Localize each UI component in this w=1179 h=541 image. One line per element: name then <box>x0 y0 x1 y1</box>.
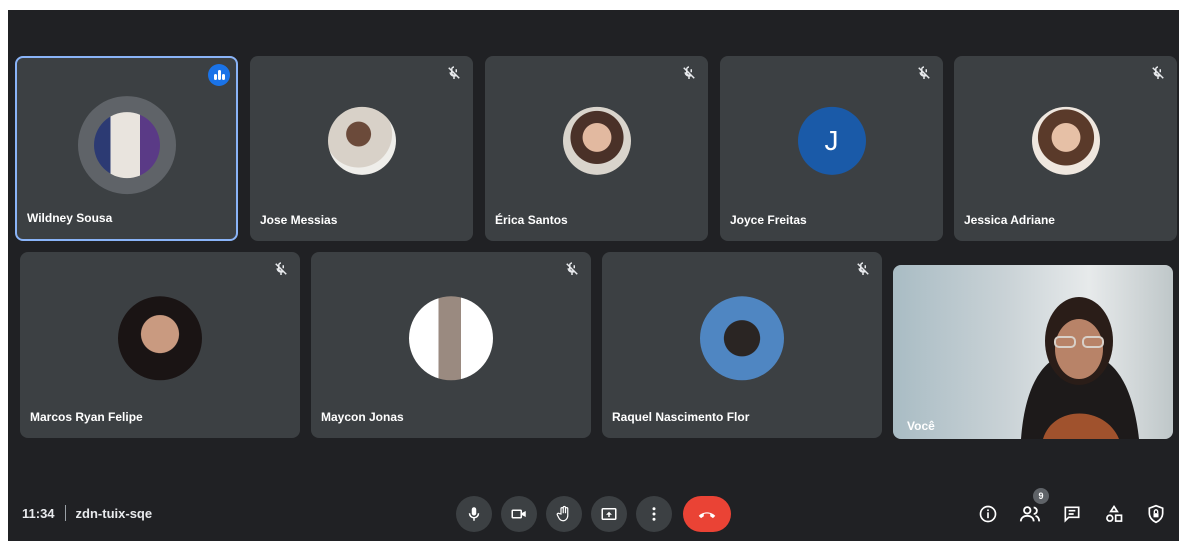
avatar-ring <box>77 95 176 194</box>
self-label: Você <box>907 419 935 433</box>
camera-icon <box>511 509 526 519</box>
avatar-initial: J <box>797 106 866 175</box>
people-count-badge: 9 <box>1033 488 1049 504</box>
avatar <box>118 296 202 381</box>
meeting-time: 11:34 <box>22 505 55 521</box>
speaking-indicator-icon <box>208 64 230 86</box>
participant-tile-jose[interactable]: Jose Messias <box>250 56 473 241</box>
avatar <box>327 106 396 175</box>
participant-name: Joyce Freitas <box>730 213 807 227</box>
self-video <box>893 265 1173 439</box>
participant-tile-maycon[interactable]: Maycon Jonas <box>311 252 591 438</box>
participant-name: Érica Santos <box>495 213 568 227</box>
participant-name: Jose Messias <box>260 213 338 227</box>
avatar <box>409 296 493 381</box>
self-view-tile[interactable]: Você <box>893 265 1173 439</box>
mic-button[interactable] <box>456 496 492 532</box>
raise-hand-button[interactable] <box>546 496 582 532</box>
participant-name: Marcos Ryan Felipe <box>30 410 143 424</box>
meeting-info-button[interactable] <box>974 500 1002 528</box>
participant-tile-joyce[interactable]: J Joyce Freitas <box>720 56 943 241</box>
mic-off-icon <box>683 66 695 79</box>
divider <box>64 505 66 521</box>
meeting-code: zdn-tuix-sqe <box>75 505 153 521</box>
avatar <box>1031 106 1100 175</box>
participant-name: Wildney Sousa <box>27 211 113 225</box>
activities-button[interactable] <box>1100 500 1128 528</box>
mic-off-icon <box>275 262 287 275</box>
mic-off-icon <box>448 66 460 79</box>
participant-name: Raquel Nascimento Flor <box>612 410 750 424</box>
participant-name: Maycon Jonas <box>321 410 404 424</box>
mic-icon <box>468 507 480 521</box>
participant-tile-jessica[interactable]: Jessica Adriane <box>954 56 1177 241</box>
participant-tile-wildney[interactable]: Wildney Sousa <box>15 56 238 241</box>
info-icon <box>979 505 997 523</box>
people-button[interactable] <box>1016 500 1044 528</box>
meeting-stage: Wildney Sousa Jose Messias Érica Santos … <box>8 10 1179 541</box>
more-options-button[interactable] <box>636 496 672 532</box>
avatar <box>562 106 631 175</box>
participant-name: Jessica Adriane <box>964 213 1055 227</box>
leave-call-button[interactable] <box>683 496 731 532</box>
chat-button[interactable] <box>1058 500 1086 528</box>
avatar <box>700 296 784 381</box>
host-controls-button[interactable] <box>1142 500 1170 528</box>
camera-button[interactable] <box>501 496 537 532</box>
meeting-details: 11:34 zdn-tuix-sqe <box>22 505 152 521</box>
mic-off-icon <box>918 66 930 79</box>
host-controls-icon <box>1148 504 1164 524</box>
participant-tile-raquel[interactable]: Raquel Nascimento Flor <box>602 252 882 438</box>
mic-off-icon <box>857 262 869 275</box>
participant-tile-erica[interactable]: Érica Santos <box>485 56 708 241</box>
raise-hand-icon <box>556 505 569 522</box>
avatar <box>93 111 160 178</box>
activities-icon <box>1106 504 1123 522</box>
mic-off-icon <box>566 262 578 275</box>
self-video-figure <box>1021 297 1139 439</box>
present-icon <box>601 508 617 520</box>
people-icon <box>1019 506 1041 522</box>
participant-tile-marcos[interactable]: Marcos Ryan Felipe <box>20 252 300 438</box>
present-button[interactable] <box>591 496 627 532</box>
mic-off-icon <box>1152 66 1164 79</box>
chat-icon <box>1064 506 1080 523</box>
hang-up-icon <box>698 512 716 519</box>
more-options-icon <box>652 507 656 521</box>
